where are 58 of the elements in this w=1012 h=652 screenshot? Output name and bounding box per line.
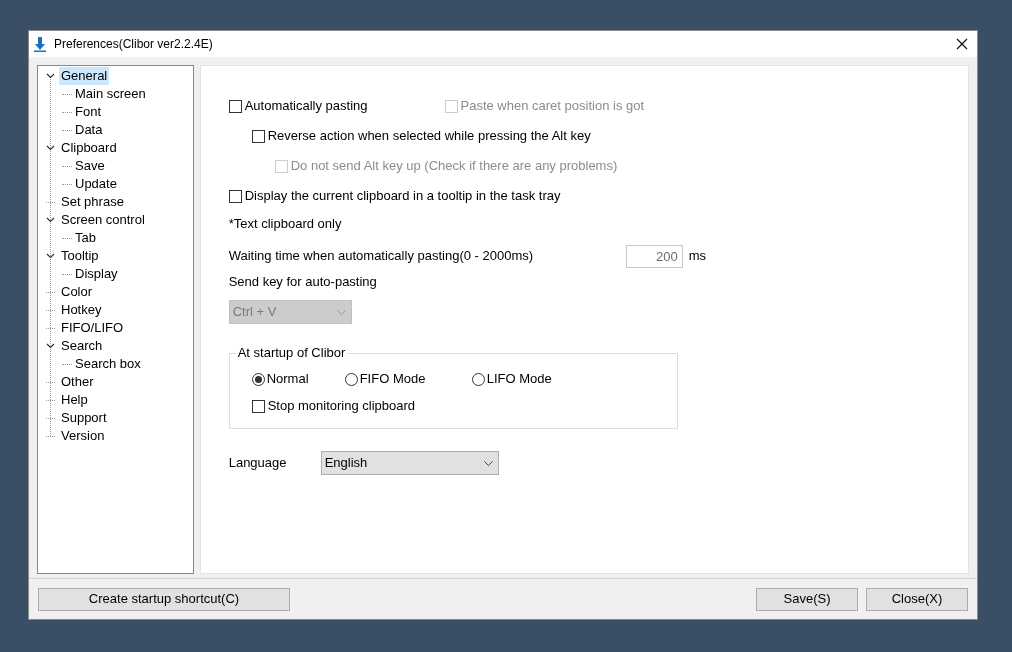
checkbox[interactable] <box>251 129 265 143</box>
chevron-icon[interactable] <box>46 217 55 223</box>
tree-item[interactable]: Screen control <box>59 211 147 229</box>
tree-item[interactable]: Font <box>73 103 103 121</box>
tree-item[interactable]: Search box <box>73 355 143 373</box>
tree-item[interactable]: Search <box>59 337 105 355</box>
field-label: Send key for auto-pasting <box>228 273 378 291</box>
radio-label: FIFO Mode <box>359 370 426 389</box>
radio-button[interactable] <box>344 372 358 386</box>
tree-item[interactable]: Support <box>59 409 109 427</box>
tree-item[interactable]: Clipboard <box>59 139 119 157</box>
chevron-icon[interactable] <box>46 253 55 259</box>
checkbox[interactable] <box>228 99 242 113</box>
push-button[interactable]: Close(X) <box>866 587 968 611</box>
checkbox[interactable] <box>251 399 265 413</box>
option-label: Reverse action when selected while pressing the Alt key <box>267 127 591 146</box>
radio-label: LIFO Mode <box>486 370 552 389</box>
push-button[interactable]: Create startup shortcut(C) <box>38 587 290 611</box>
chevron-icon <box>483 460 493 466</box>
radio-label: Normal <box>266 370 309 389</box>
tree-item[interactable]: Color <box>59 283 95 301</box>
tree-item[interactable]: Set phrase <box>59 193 126 211</box>
chevron-icon <box>336 309 346 315</box>
chevron-icon[interactable] <box>46 343 55 349</box>
tree-item[interactable]: Help <box>59 391 90 409</box>
input-field[interactable]: 200 <box>625 244 683 268</box>
chevron-icon[interactable] <box>46 73 55 79</box>
note-text: *Text clipboard only <box>228 215 343 234</box>
tree-item[interactable]: Version <box>59 427 107 445</box>
tree-item[interactable]: Save <box>73 157 107 175</box>
tree-item[interactable]: Other <box>59 373 96 391</box>
tree-item[interactable]: FIFO/LIFO <box>59 319 126 337</box>
group-title: At startup of Clibor <box>235 345 348 361</box>
option-label: Display the current clipboard in a tooltip in the task tray <box>244 187 561 206</box>
radio-button[interactable] <box>251 372 265 386</box>
option-label: Paste when caret position is got <box>460 97 645 116</box>
checkbox[interactable] <box>228 189 242 203</box>
unit-label: ms <box>688 247 706 266</box>
tree-item[interactable]: Main screen <box>73 85 148 103</box>
window-title: Preferences(Clibor ver2.2.4E) <box>54 36 213 53</box>
option-label: Automatically pasting <box>244 97 368 116</box>
chevron-icon[interactable] <box>46 145 55 151</box>
option-label: Stop monitoring clipboard <box>267 397 416 416</box>
tree-item[interactable]: Display <box>73 265 120 283</box>
tree-item[interactable]: Hotkey <box>59 301 104 319</box>
radio-button[interactable] <box>471 372 485 386</box>
close-icon[interactable] <box>956 38 968 50</box>
tree-item[interactable]: Tab <box>73 229 98 247</box>
tree-item[interactable]: General <box>59 67 110 85</box>
tree-item[interactable]: Tooltip <box>59 247 101 265</box>
dropdown[interactable]: English <box>320 451 499 475</box>
tree-item[interactable]: Data <box>73 121 105 139</box>
push-button[interactable]: Save(S) <box>756 587 858 611</box>
option-label: Do not send Alt key up (Check if there are any problems) <box>290 157 618 176</box>
tree-item[interactable]: Update <box>73 175 119 193</box>
field-label: Waiting time when automatically pasting(0 - 2000ms) <box>228 247 535 266</box>
download-arrow-icon <box>34 36 46 52</box>
field-label: Language <box>228 454 288 473</box>
